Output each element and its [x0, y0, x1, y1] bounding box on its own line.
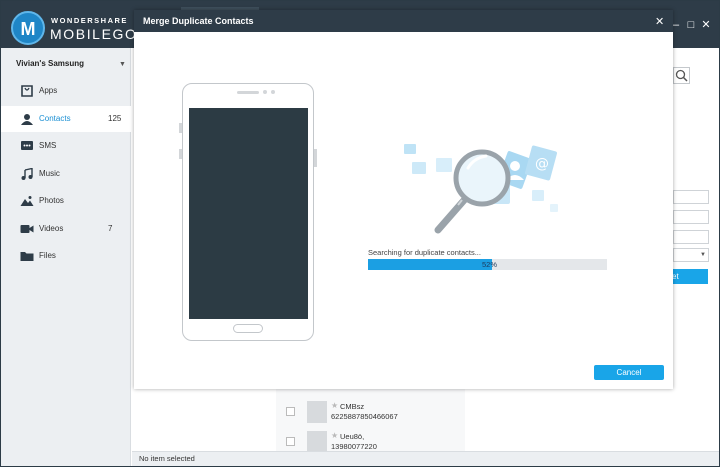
chevron-down-icon: ▼: [700, 252, 706, 258]
magnifier-icon: @: [404, 144, 558, 234]
avatar: [307, 401, 327, 423]
contact-field[interactable]: [673, 190, 709, 204]
apps-icon: [21, 85, 33, 97]
video-icon: [20, 225, 34, 233]
music-icon: [21, 168, 33, 180]
phone-speaker: [237, 91, 259, 94]
star-icon[interactable]: ★: [331, 401, 338, 410]
contact-number: 6225887850466067: [331, 412, 398, 421]
person-icon: [21, 114, 33, 125]
sidebar-item-contacts[interactable]: Contacts 125: [1, 106, 131, 132]
sidebar-item-label: SMS: [39, 141, 57, 150]
sidebar-item-label: Files: [39, 251, 56, 260]
app-logo: M: [11, 11, 45, 45]
maximize-icon[interactable]: □: [685, 19, 697, 31]
sidebar-item-label: Music: [39, 169, 60, 178]
device-name: Vivian's Samsung: [16, 59, 85, 68]
search-button[interactable]: [673, 67, 690, 84]
device-selector[interactable]: Vivian's Samsung ▼: [1, 54, 131, 76]
phone-camera: [263, 90, 267, 94]
svg-text:@: @: [535, 156, 549, 172]
background-action-button[interactable]: et: [670, 269, 708, 284]
sidebar-item-music[interactable]: Music: [1, 161, 131, 187]
row-checkbox[interactable]: [286, 407, 295, 416]
sidebar-item-videos[interactable]: Videos 7: [1, 216, 131, 242]
contact-name: Ueu8ö,: [340, 432, 365, 441]
list-item[interactable]: ★ CMBsz 6225887850466067: [276, 399, 465, 429]
sidebar-item-sms[interactable]: SMS: [1, 133, 131, 159]
app-window: M WONDERSHARE MOBILEGO – □ ✕ Vivian's Sa…: [0, 0, 720, 467]
sidebar-item-photos[interactable]: Photos: [1, 188, 131, 214]
brand-main-text: MOBILEGO: [50, 26, 138, 42]
progress-label: Searching for duplicate contacts...: [368, 248, 481, 257]
contact-number: 13980077220: [331, 442, 377, 451]
progress-bar: 52%: [368, 259, 607, 270]
phone-screen: [189, 108, 308, 319]
photos-icon: [20, 196, 34, 206]
folder-icon: [20, 252, 34, 261]
progress-percent: 52%: [481, 260, 497, 269]
status-bar: No item selected: [132, 451, 719, 466]
star-icon[interactable]: ★: [331, 431, 338, 440]
sidebar-item-apps[interactable]: Apps: [1, 78, 131, 104]
status-text: No item selected: [139, 454, 195, 463]
dialog-header: Merge Duplicate Contacts ✕: [134, 10, 673, 32]
phone-side-button: [314, 149, 317, 167]
close-icon[interactable]: ✕: [655, 15, 664, 28]
close-window-icon[interactable]: ✕: [700, 19, 712, 31]
avatar: [307, 431, 327, 453]
search-icon: [675, 69, 688, 82]
contact-field[interactable]: [673, 230, 709, 244]
phone-sensor: [271, 90, 275, 94]
phone-illustration: [182, 83, 314, 341]
chevron-down-icon: ▼: [119, 61, 126, 68]
sidebar-item-label: Contacts: [39, 114, 71, 123]
contact-select[interactable]: ▼: [673, 248, 709, 262]
sidebar-item-label: Photos: [39, 196, 64, 205]
sidebar-item-label: Videos: [39, 224, 64, 233]
row-checkbox[interactable]: [286, 437, 295, 446]
merge-duplicates-dialog: Merge Duplicate Contacts ✕ @ Searching f…: [134, 10, 673, 389]
contact-name: CMBsz: [340, 402, 365, 411]
brand-top-text: WONDERSHARE: [51, 16, 128, 25]
phone-side-button: [179, 149, 182, 159]
phone-home-button: [233, 324, 263, 333]
sms-icon: [21, 141, 33, 150]
sidebar-item-count: 7: [108, 224, 113, 233]
sidebar-item-label: Apps: [39, 86, 58, 95]
dialog-title: Merge Duplicate Contacts: [143, 16, 254, 26]
contact-field[interactable]: [673, 210, 709, 224]
sidebar-item-count: 125: [108, 114, 122, 123]
logo-letter: M: [20, 19, 36, 39]
contact-list: ★ CMBsz 6225887850466067 ★ Ueu8ö, 139800…: [276, 389, 465, 453]
sidebar: Vivian's Samsung ▼ Apps Contacts 125 SMS…: [1, 48, 131, 466]
cancel-button[interactable]: Cancel: [594, 365, 664, 380]
phone-side-button: [179, 123, 182, 133]
sidebar-item-files[interactable]: Files: [1, 243, 131, 269]
